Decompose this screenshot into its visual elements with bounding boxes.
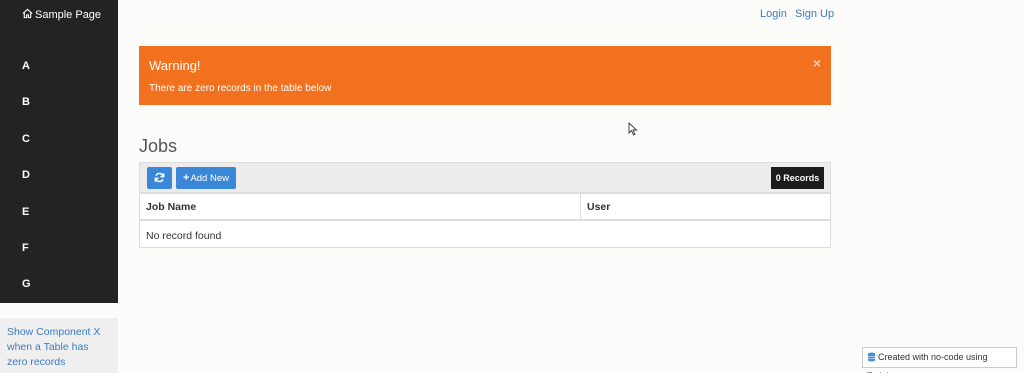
refresh-icon [154,172,165,183]
sidebar-item-a[interactable]: A [22,60,30,72]
sidebar-item-c[interactable]: C [22,133,30,145]
brand-link[interactable]: Sample Page [22,8,102,23]
tadabase-badge[interactable]: Created with no-code using Tadabase [862,347,1017,373]
auth-links: Login Sign Up [760,8,839,20]
tadabase-label: Created with no-code using Tadabase [867,352,988,373]
warning-alert: Warning! There are zero records in the t… [139,46,831,105]
table-toolbar: +Add New 0 Records [139,162,831,193]
show-component-link[interactable]: Show Component X when a Table has zero r… [7,326,100,368]
refresh-button[interactable] [147,167,172,189]
sidebar-footer: Show Component X when a Table has zero r… [0,318,118,373]
sidebar-item-e[interactable]: E [22,206,29,218]
empty-table-message: No record found [146,230,222,242]
mouse-cursor-icon [628,122,638,136]
sidebar-item-b[interactable]: B [22,96,30,108]
sidebar-item-d[interactable]: D [22,169,30,181]
records-count-badge: 0 Records [771,167,824,189]
alert-title: Warning! [149,58,201,73]
close-icon[interactable]: × [813,55,821,71]
home-icon [22,8,33,19]
add-new-button[interactable]: +Add New [176,167,236,189]
database-icon [867,352,876,362]
add-new-label: Add New [190,173,229,184]
login-link[interactable]: Login [760,8,787,20]
plus-icon: + [183,172,190,184]
brand-label: Sample Page [35,9,102,21]
sidebar-item-g[interactable]: G [22,278,31,290]
alert-message: There are zero records in the table belo… [149,83,332,94]
page-title: Jobs [139,136,178,156]
signup-link[interactable]: Sign Up [795,8,834,20]
sidebar: Sample Page A B C D E F G [0,0,118,303]
sidebar-item-f[interactable]: F [22,242,29,254]
jobs-table: Job Name User No record found [139,193,831,248]
column-header-job-name[interactable]: Job Name [140,194,581,221]
column-header-user[interactable]: User [581,194,830,221]
